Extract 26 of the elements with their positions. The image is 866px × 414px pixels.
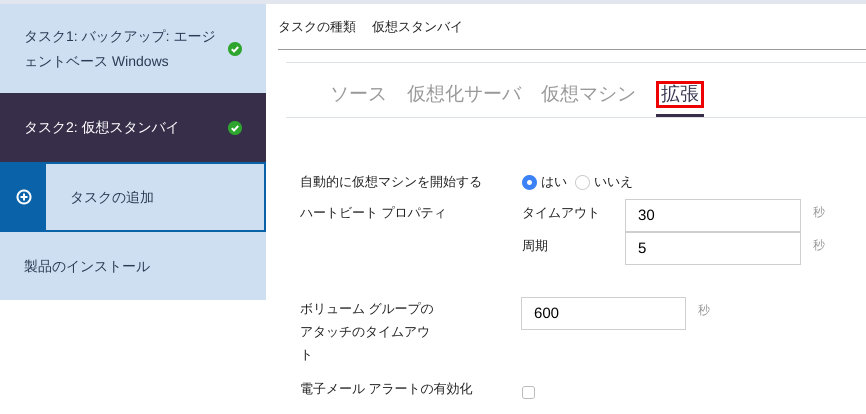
checkbox[interactable]: [522, 386, 535, 399]
install-label: 製品のインストール: [24, 256, 150, 276]
number-field[interactable]: 5: [625, 232, 801, 265]
sidebar-item[interactable]: タスク1: バックアップ: エージェントベース Windows: [0, 4, 266, 93]
field-label: ボリューム グループのアタッチのタイムアウト: [300, 300, 435, 364]
plus-circle-icon: [16, 189, 32, 205]
number-field[interactable]: 30: [625, 199, 801, 232]
task-type-value: 仮想スタンバイ: [372, 18, 463, 36]
sidebar-item[interactable]: タスク2: 仮想スタンバイ: [0, 93, 266, 162]
field-label: ハートビート プロパティ: [300, 204, 448, 222]
unit-label: 秒: [813, 237, 825, 254]
sidebar-item[interactable]: 製品のインストール: [0, 232, 266, 300]
unit-label: 秒: [813, 204, 825, 221]
radio-option[interactable]: はい: [522, 172, 567, 192]
field-label: 電子メール アラートの有効化: [300, 380, 474, 398]
task-label: タスク1: バックアップ: エージェントベース Windows: [24, 26, 216, 70]
task-type-label: タスクの種類: [278, 18, 356, 36]
field-label: 周期: [522, 237, 549, 255]
add-task-item[interactable]: タスクの追加: [0, 162, 266, 232]
unit-label: 秒: [698, 302, 710, 319]
add-task-label: タスクの追加: [70, 188, 154, 206]
field-label: タイムアウト: [522, 204, 601, 222]
task-label: タスク2: 仮想スタンバイ: [24, 118, 181, 137]
number-field[interactable]: 600: [521, 297, 686, 330]
radio-option[interactable]: いいえ: [575, 172, 633, 192]
field-label: 自動的に仮想マシンを開始する: [300, 173, 483, 192]
